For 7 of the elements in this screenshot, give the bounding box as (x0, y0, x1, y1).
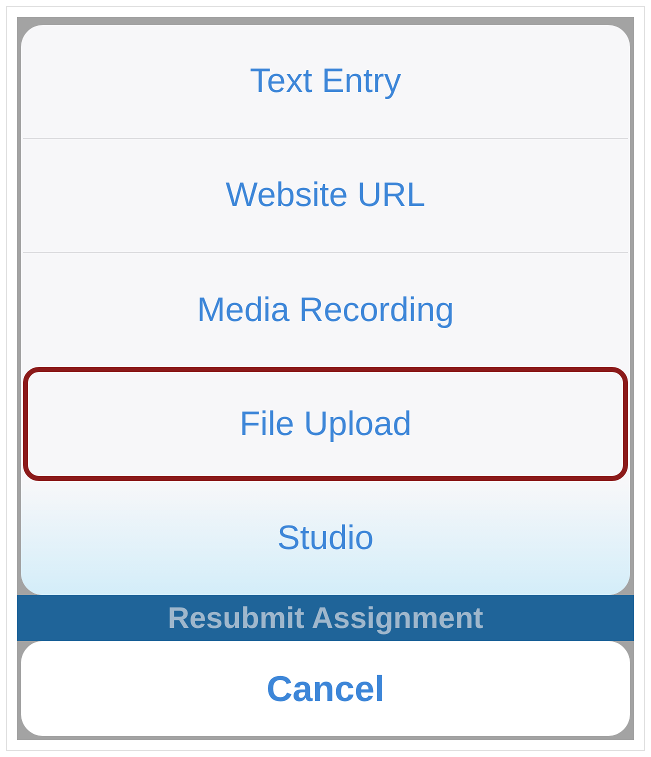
action-option[interactable]: Text Entry (23, 25, 628, 139)
action-option[interactable]: File Upload (23, 367, 628, 481)
bar-label: Resubmit Assignment (168, 600, 484, 636)
action-option[interactable]: Website URL (23, 139, 628, 253)
action-option[interactable]: Studio (23, 481, 628, 595)
action-option[interactable]: Media Recording (23, 253, 628, 367)
cancel-button[interactable]: Cancel (21, 641, 630, 736)
